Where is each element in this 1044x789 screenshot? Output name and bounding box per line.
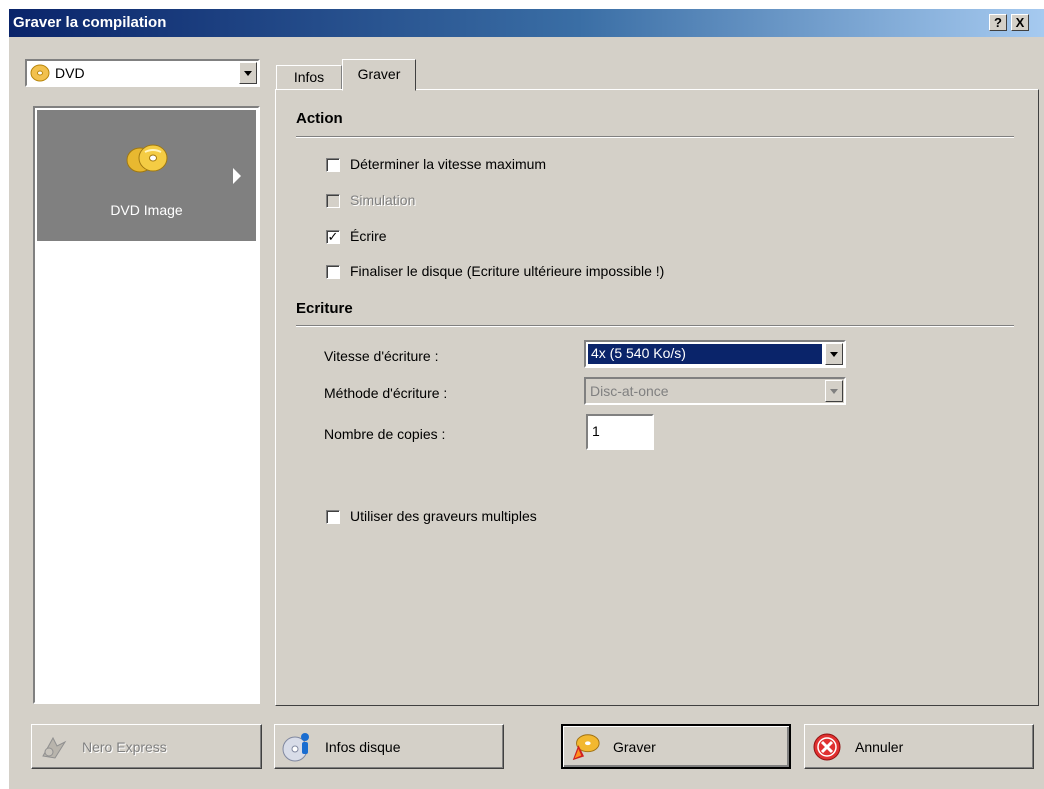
- nero-express-label: Nero Express: [82, 738, 167, 755]
- copies-value: 1: [592, 423, 600, 439]
- media-type-value: DVD: [55, 65, 85, 81]
- finalize-disc-label[interactable]: Finaliser le disque (Ecriture ultérieure…: [350, 263, 664, 279]
- cancel-label: Annuler: [855, 738, 904, 755]
- max-speed-checkbox[interactable]: [326, 158, 340, 172]
- nero-express-button[interactable]: Nero Express: [31, 724, 262, 769]
- help-button[interactable]: ?: [989, 14, 1007, 31]
- copies-input[interactable]: 1: [586, 414, 654, 450]
- burn-button[interactable]: Graver: [561, 724, 791, 769]
- finalize-disc-checkbox[interactable]: [326, 265, 340, 279]
- write-label[interactable]: Écrire: [350, 228, 387, 244]
- write-method-value: Disc-at-once: [590, 383, 669, 399]
- chevron-right-icon: [233, 168, 241, 184]
- burn-dialog: Graver la compilation ? X DVD DVD Image: [8, 8, 1044, 789]
- write-method-select[interactable]: Disc-at-once: [584, 377, 846, 405]
- max-speed-label[interactable]: Déterminer la vitesse maximum: [350, 156, 546, 172]
- write-speed-value: 4x (5 540 Ko/s): [591, 345, 686, 361]
- tab-graver[interactable]: Graver: [342, 59, 416, 91]
- dvd-discs-icon: [125, 144, 169, 177]
- cancel-button[interactable]: Annuler: [804, 724, 1034, 769]
- simulation-label: Simulation: [350, 192, 416, 208]
- simulation-checkbox[interactable]: [326, 194, 340, 208]
- title-bar[interactable]: Graver la compilation ? X: [9, 9, 1044, 37]
- disc-info-icon: [281, 731, 313, 763]
- recorder-item-dvd-image[interactable]: DVD Image: [37, 110, 256, 241]
- divider: [296, 136, 1014, 138]
- tab-panel-graver: Action Déterminer la vitesse maximum Sim…: [275, 89, 1039, 706]
- write-speed-label: Vitesse d'écriture :: [324, 348, 439, 364]
- window-title: Graver la compilation: [13, 14, 167, 31]
- write-checkbox[interactable]: ✓: [326, 230, 340, 244]
- chevron-down-icon: [825, 380, 843, 402]
- section-action-title: Action: [296, 110, 343, 127]
- divider: [296, 325, 1014, 327]
- recorder-item-label: DVD Image: [110, 202, 183, 218]
- dvd-disc-icon: [30, 64, 50, 85]
- cancel-icon: [811, 731, 843, 763]
- close-button[interactable]: X: [1011, 14, 1029, 31]
- tab-infos[interactable]: Infos: [276, 65, 342, 90]
- disc-info-label: Infos disque: [325, 738, 401, 755]
- copies-label: Nombre de copies :: [324, 426, 446, 442]
- recorder-list[interactable]: DVD Image: [33, 106, 260, 704]
- media-type-select[interactable]: DVD: [25, 59, 260, 87]
- multiple-recorders-checkbox[interactable]: [326, 510, 340, 524]
- nero-express-icon: [38, 731, 70, 763]
- section-ecriture-title: Ecriture: [296, 300, 353, 317]
- disc-info-button[interactable]: Infos disque: [274, 724, 504, 769]
- chevron-down-icon[interactable]: [239, 62, 257, 84]
- burn-icon: [569, 731, 601, 763]
- write-method-label: Méthode d'écriture :: [324, 385, 448, 401]
- multiple-recorders-label[interactable]: Utiliser des graveurs multiples: [350, 508, 537, 524]
- burn-label: Graver: [613, 738, 656, 755]
- chevron-down-icon[interactable]: [825, 343, 843, 365]
- write-speed-select[interactable]: 4x (5 540 Ko/s): [584, 340, 846, 368]
